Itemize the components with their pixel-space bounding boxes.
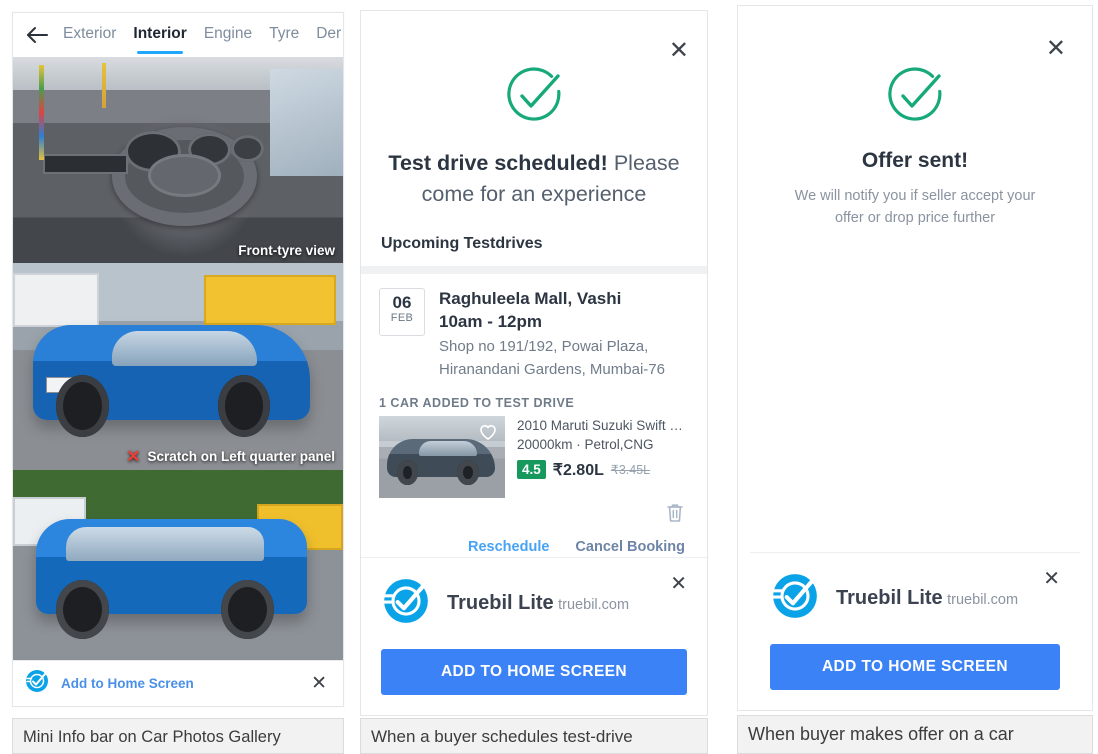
install-banner-head: Truebil Lite truebil.com ✕ (770, 569, 1060, 626)
close-icon[interactable]: ✕ (307, 672, 331, 695)
car-interior-photo (13, 57, 343, 263)
add-to-home-screen-minibar[interactable]: Add to Home Screen ✕ (13, 660, 343, 706)
photo-caption-overlay: ✕ Scratch on Left quarter panel (126, 448, 335, 465)
install-banner-text: Truebil Lite truebil.com (836, 586, 1018, 611)
offer-title-text: Offer sent! (861, 149, 969, 172)
app-domain: truebil.com (558, 597, 630, 613)
tab-interior[interactable]: Interior (133, 25, 187, 54)
cancel-booking-link[interactable]: Cancel Booking (575, 539, 685, 555)
screenshot-board: Exterior Interior Engine Tyre Der Front-… (0, 0, 1098, 754)
car-specs: 20000km · Petrol,CNG (517, 437, 654, 453)
truebil-logo-icon (25, 669, 49, 698)
car-list-item[interactable]: 2010 Maruti Suzuki Swift XLI... 20000km … (361, 415, 707, 498)
truebil-logo-icon (381, 576, 431, 631)
booking-address-line-2: Hiranandani Gardens, Mumbai-76 (439, 360, 665, 378)
success-icon-wrap (361, 11, 707, 132)
booking-time: 10am - 12pm (439, 311, 542, 331)
upcoming-testdrives-heading: Upcoming Testdrives (381, 235, 543, 253)
install-banner-head: Truebil Lite truebil.com ✕ (381, 574, 687, 631)
add-to-home-screen-button[interactable]: ADD TO HOME SCREEN (381, 649, 687, 695)
app-domain: truebil.com (947, 592, 1019, 608)
booking-address-line-1: Shop no 191/192, Powai Plaza, (439, 337, 649, 355)
install-banner-text: Truebil Lite truebil.com (447, 591, 629, 616)
car-title: 2010 Maruti Suzuki Swift XLI... (517, 417, 689, 433)
blue-car-rear-photo (13, 470, 343, 660)
caption-panel-1: Mini Info bar on Car Photos Gallery (12, 718, 344, 754)
panel-offer-sent: ✕ Offer sent! We will notify you if sell… (737, 5, 1093, 711)
booking-venue: Raghuleela Mall, Vashi (439, 289, 622, 309)
tab-tyre[interactable]: Tyre (269, 25, 299, 45)
car-remove-row (361, 498, 707, 529)
close-icon[interactable]: ✕ (669, 39, 689, 63)
install-banner: Truebil Lite truebil.com ✕ ADD TO HOME S… (750, 552, 1080, 710)
booking-month: FEB (390, 311, 414, 324)
success-icon-wrap (750, 15, 1080, 132)
caption-panel-2: When a buyer schedules test-drive (360, 718, 708, 754)
reschedule-link[interactable]: Reschedule (468, 539, 549, 555)
booking-details: Raghuleela Mall, Vashi 10am - 12pm Shop … (439, 288, 665, 380)
car-price: ₹2.80L (552, 461, 604, 479)
app-name: Truebil Lite (447, 592, 554, 614)
rating-badge: 4.5 (517, 459, 546, 480)
sheet-title: Test drive scheduled! Please come for an… (361, 148, 707, 209)
photo-gallery: Front-tyre view ✕ Scratch on Left quarte… (13, 57, 343, 660)
gallery-tabbar: Exterior Interior Engine Tyre Der (13, 13, 343, 57)
cars-added-label: 1 CAR ADDED TO TEST DRIVE (379, 395, 575, 410)
car-thumbnail[interactable] (379, 415, 505, 498)
truebil-logo-icon (770, 571, 820, 626)
car-price-line: 4.5 ₹2.80L ₹3.45L (517, 459, 689, 480)
defect-cross-icon: ✕ (126, 447, 141, 466)
offer-sheet: ✕ Offer sent! We will notify you if sell… (750, 15, 1080, 710)
check-circle-icon (883, 63, 947, 132)
gallery-photo-left-quarter[interactable]: ✕ Scratch on Left quarter panel (13, 263, 343, 470)
gallery-photo-interior[interactable]: Front-tyre view (13, 57, 343, 263)
offer-subtitle: We will notify you if seller accept your… (794, 187, 1036, 226)
blue-car-photo (13, 263, 343, 470)
check-circle-icon (502, 63, 566, 132)
add-to-home-screen-label: Add to Home Screen (61, 676, 194, 691)
booking-date-box: 06 FEB (379, 288, 425, 337)
section-divider (361, 266, 707, 275)
tab-exterior[interactable]: Exterior (63, 25, 116, 45)
booking-day: 06 (392, 293, 412, 313)
close-icon[interactable]: ✕ (1046, 37, 1066, 61)
tab-engine[interactable]: Engine (204, 25, 252, 45)
gallery-photo-rear[interactable] (13, 470, 343, 660)
photo-caption-overlay: Front-tyre view (238, 243, 335, 258)
back-arrow-icon[interactable] (25, 22, 51, 48)
add-to-home-screen-button[interactable]: ADD TO HOME SCREEN (770, 644, 1060, 690)
car-price-original: ₹3.45L (610, 463, 651, 478)
car-meta: 2010 Maruti Suzuki Swift XLI... 20000km … (517, 416, 689, 498)
offer-sheet-title: Offer sent! (750, 146, 1080, 176)
heart-icon[interactable] (478, 422, 498, 442)
panel-test-drive-scheduled: ✕ Test drive scheduled! Please come for … (360, 10, 708, 716)
booking-row: 06 FEB Raghuleela Mall, Vashi 10am - 12p… (361, 274, 707, 386)
photo-caption-text: Scratch on Left quarter panel (147, 449, 335, 464)
photo-caption-text: Front-tyre view (238, 243, 335, 258)
caption-panel-3: When buyer makes offer on a car (737, 715, 1093, 754)
panel-car-gallery: Exterior Interior Engine Tyre Der Front-… (12, 12, 344, 707)
close-icon[interactable]: ✕ (670, 574, 687, 594)
sheet-title-bold: Test drive scheduled! (388, 151, 608, 175)
install-banner: Truebil Lite truebil.com ✕ ADD TO HOME S… (361, 557, 707, 715)
trash-icon[interactable] (665, 502, 685, 529)
tab-dents[interactable]: Der (316, 25, 341, 45)
app-name: Truebil Lite (836, 587, 943, 609)
close-icon[interactable]: ✕ (1043, 569, 1060, 589)
